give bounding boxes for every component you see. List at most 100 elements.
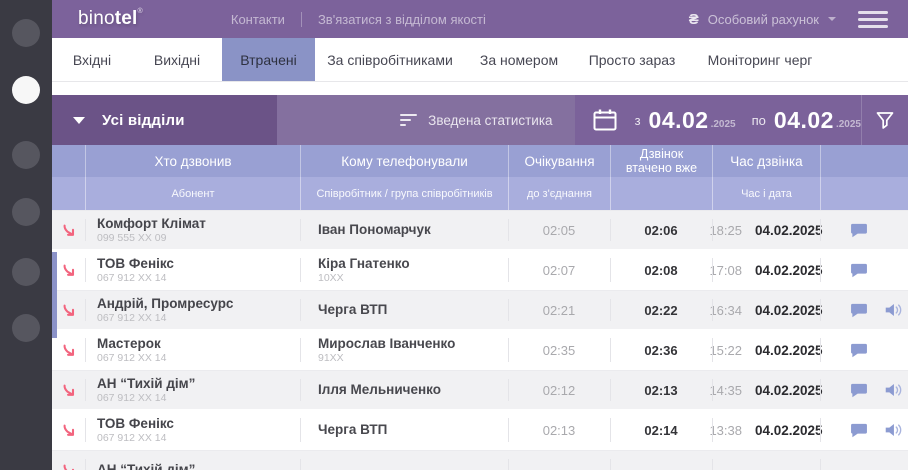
missed-call-icon (61, 422, 77, 438)
col-lost-header-line1: Дзвінок (640, 147, 683, 161)
audio-playback-icon[interactable] (884, 422, 903, 438)
caller-name: ТОВ Фенікс (97, 416, 300, 432)
table-row[interactable]: ТОВ Фенікс 067 912 XX 14 Черга ВТП 02:13… (52, 410, 908, 450)
avatar[interactable] (12, 198, 40, 226)
table-row[interactable]: ТОВ Фенікс 067 912 XX 14 Кіра Гнатенко 1… (52, 250, 908, 290)
call-type-cell (52, 410, 85, 450)
call-time-cell: 13:38 04.02.2025 (712, 410, 820, 450)
col-actions-header (820, 145, 908, 177)
lost-time-ago: 02:08 (610, 250, 712, 290)
avatar[interactable] (12, 19, 40, 47)
lost-time-ago: 02:13 (610, 371, 712, 409)
subcol-callee: Співробітник / група співробітників (300, 177, 508, 210)
avatar-active[interactable] (12, 76, 40, 104)
caret-down-icon (73, 117, 85, 124)
lost-time-ago: 02:14 (610, 410, 712, 450)
call-time-cell: 16:34 04.02.2025 (712, 291, 820, 329)
comment-icon[interactable] (850, 303, 868, 318)
date-to-preposition: по (752, 113, 766, 128)
waiting-before-connect: 02:13 (508, 410, 610, 450)
tab-incoming[interactable]: Вхідні (52, 38, 132, 81)
callee-cell: Черга ВТП (300, 291, 508, 329)
lost-time-ago: 02:22 (610, 291, 712, 329)
call-date: 04.02.2025 (755, 383, 823, 398)
audio-playback-icon[interactable] (884, 382, 903, 398)
missed-call-icon (61, 222, 77, 238)
currency-icon: ₴ (689, 11, 699, 28)
waiting-before-connect (508, 451, 610, 470)
tabbar: Вхідні Вихідні Втрачені За співробітника… (52, 38, 908, 81)
missed-call-icon (61, 462, 77, 470)
avatar[interactable] (12, 258, 40, 286)
callee-cell: Ілля Мельниченко (300, 371, 508, 409)
comment-icon[interactable] (850, 343, 868, 358)
call-time-cell: 17:08 04.02.2025 (712, 250, 820, 290)
comment-icon[interactable] (850, 223, 868, 238)
caller-name: Андрій, Промресурс (97, 296, 300, 312)
lost-time-ago: 02:36 (610, 330, 712, 370)
callee-name: Ілля Мельниченко (318, 382, 508, 398)
audio-playback-icon[interactable] (884, 302, 903, 318)
department-label: Усі відділи (102, 112, 185, 129)
row-actions (820, 211, 908, 249)
caller-cell: Мастерок 067 912 XX 14 (85, 330, 300, 370)
callee-name: Іван Пономарчук (318, 222, 508, 238)
caller-number: 067 912 XX 14 (97, 312, 300, 325)
filter-icon[interactable] (875, 110, 895, 131)
avatar[interactable] (12, 314, 40, 342)
caller-name: АН “Тихій дім” (97, 462, 300, 470)
date-to-value[interactable]: 04.02 (774, 107, 834, 134)
call-time-cell: 15:22 04.02.2025 (712, 330, 820, 370)
call-time: 16:34 (709, 303, 742, 318)
col-lost-header-line2: втачено вже (626, 161, 697, 175)
tab-outgoing[interactable]: Вихідні (132, 38, 222, 81)
binotel-logo[interactable]: binotel® (78, 8, 143, 30)
tabbar-gap (52, 81, 908, 95)
table-row[interactable]: Андрій, Промресурс 067 912 XX 14 Черга В… (52, 290, 908, 330)
date-from-year: .2025 (711, 119, 736, 130)
missed-call-icon (61, 262, 77, 278)
lost-time-ago (610, 451, 712, 470)
caller-name: ТОВ Фенікс (97, 256, 300, 272)
tab-by-number[interactable]: За номером (465, 38, 573, 81)
call-time: 14:35 (709, 383, 742, 398)
comment-icon[interactable] (850, 423, 868, 438)
comment-icon[interactable] (850, 383, 868, 398)
table-row[interactable]: Мастерок 067 912 XX 14 Мирослав Іванченк… (52, 330, 908, 370)
call-time-cell (712, 451, 820, 470)
caller-name: Комфорт Клімат (97, 216, 300, 232)
caller-number: 099 555 XX 09 (97, 232, 300, 245)
call-rows: Комфорт Клімат 099 555 XX 09 Іван Понома… (52, 210, 908, 470)
subcol-lost (610, 177, 712, 210)
tab-right-now[interactable]: Просто зараз (573, 38, 691, 81)
date-from-value[interactable]: 04.02 (649, 107, 709, 134)
subcol-time: Час і дата (712, 177, 820, 210)
calendar-icon[interactable] (592, 108, 618, 132)
table-row[interactable]: Комфорт Клімат 099 555 XX 09 Іван Понома… (52, 210, 908, 250)
personal-account-menu[interactable]: ₴ Особовий рахунок (689, 11, 836, 28)
quality-department-link[interactable]: Зв'язатися з відділом якості (318, 12, 486, 27)
callee-cell (300, 451, 508, 470)
summary-statistics-button[interactable]: Зведена статистика (400, 111, 552, 129)
row-actions (820, 451, 908, 470)
registered-mark: ® (138, 8, 143, 15)
col-time-header: Час дзвінка (712, 145, 820, 177)
caller-number: 067 912 XX 14 (97, 352, 300, 365)
table-row[interactable]: АН “Тихій дім” (52, 450, 908, 470)
missed-call-icon (61, 382, 77, 398)
call-date: 04.02.2025 (755, 223, 823, 238)
comment-icon[interactable] (850, 263, 868, 278)
missed-call-icon (61, 302, 77, 318)
avatar[interactable] (12, 141, 40, 169)
scrollbar-thumb[interactable] (52, 252, 57, 338)
tab-queue-monitoring[interactable]: Моніторинг черг (691, 38, 829, 81)
tab-by-employees[interactable]: За співробітниками (315, 38, 465, 81)
tab-missed[interactable]: Втрачені (222, 38, 315, 81)
contacts-link[interactable]: Контакти (231, 12, 285, 27)
row-actions (820, 330, 908, 370)
menu-icon[interactable] (858, 7, 888, 32)
table-row[interactable]: АН “Тихій дім” 067 912 XX 14 Ілля Мельни… (52, 370, 908, 410)
caller-number: 067 912 XX 14 (97, 432, 300, 445)
department-selector[interactable]: Усі відділи (52, 95, 277, 145)
app-screen: binotel® Контакти Зв'язатися з відділом … (0, 0, 908, 470)
